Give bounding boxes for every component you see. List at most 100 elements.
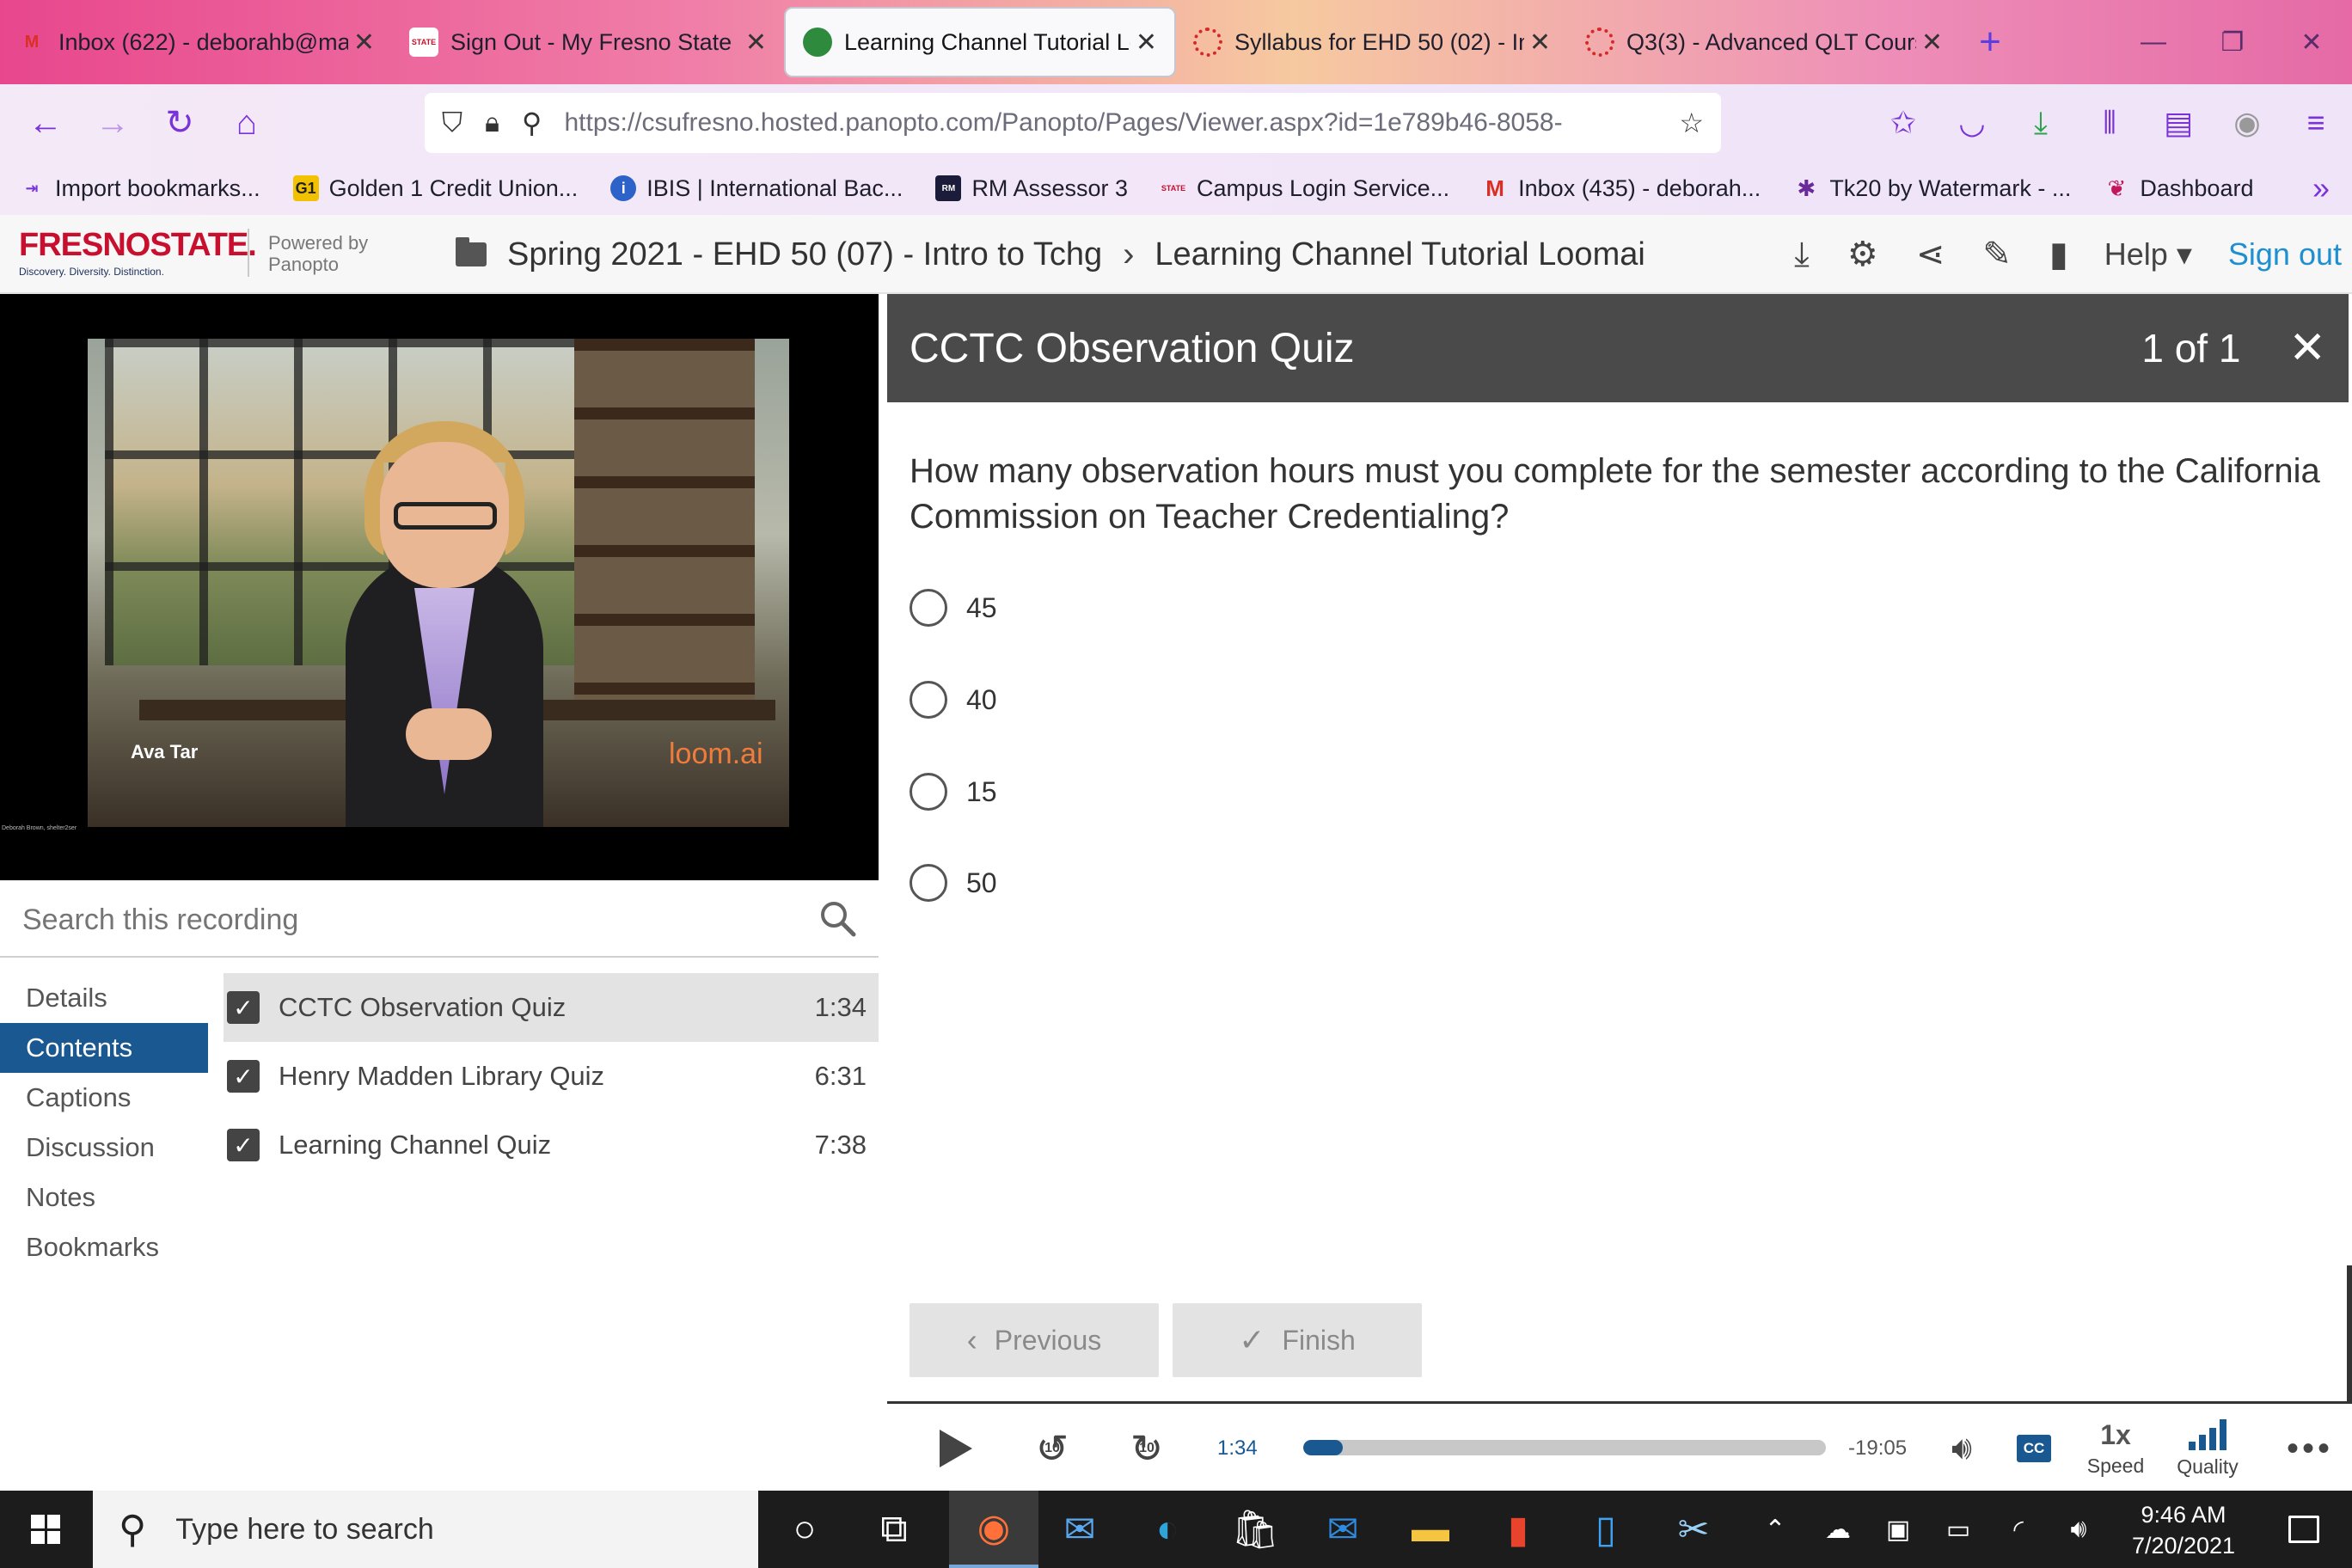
tab-learning-channel[interactable]: Learning Channel Tutorial Lo ✕ <box>784 7 1176 77</box>
sidebar-icon[interactable]: ▤ <box>2159 105 2197 141</box>
back-button[interactable]: ← <box>12 89 79 156</box>
office-icon[interactable]: ▮ <box>1473 1491 1563 1568</box>
meet-now-icon[interactable]: ▣ <box>1874 1491 1922 1568</box>
radio-button[interactable] <box>910 681 947 719</box>
radio-button[interactable] <box>910 589 947 627</box>
phone-app-icon[interactable]: ▯ <box>1561 1491 1651 1568</box>
forward-10-button[interactable]: ↻ 10 <box>1121 1404 1173 1493</box>
bookmark-rm-assessor[interactable]: RM RM Assessor 3 <box>935 175 1128 202</box>
home-button[interactable]: ⌂ <box>213 89 280 156</box>
video-player[interactable]: Ava Tar loom.ai Deborah Brown, shelter2s… <box>0 294 879 880</box>
chevron-double-right-icon[interactable]: » <box>2312 170 2330 206</box>
store-icon[interactable]: 🛍︎ <box>1210 1491 1300 1568</box>
quiz-option[interactable]: 40 <box>910 678 997 721</box>
mail-icon[interactable]: ✉ <box>1298 1491 1387 1568</box>
battery-icon[interactable]: ▭ <box>1934 1491 1982 1568</box>
download-icon[interactable]: ⤓ <box>2022 105 2060 142</box>
close-window-button[interactable]: ✕ <box>2273 0 2350 84</box>
pocket-icon[interactable]: ◡ <box>1953 105 1991 141</box>
scrollbar-thumb[interactable] <box>2347 1265 2352 1403</box>
bookmark-inbox[interactable]: M Inbox (435) - deborah... <box>1482 175 1761 202</box>
close-icon[interactable]: ✕ <box>1529 28 1551 58</box>
address-bar[interactable]: ⛉ 🔒︎ ⚲ https://csufresno.hosted.panopto.… <box>425 93 1721 153</box>
taskbar-clock[interactable]: 9:46 AM 7/20/2021 <box>2115 1499 2252 1561</box>
fresno-state-logo[interactable]: FRESNOSTATE. Discovery. Diversity. Disti… <box>19 227 257 278</box>
bookmark-dashboard[interactable]: ❦ Dashboard <box>2104 175 2253 202</box>
nav-contents[interactable]: Contents <box>0 1023 208 1073</box>
search-input[interactable] <box>22 896 796 944</box>
rewind-10-button[interactable]: ↺ 10 <box>1026 1404 1078 1493</box>
wifi-icon[interactable]: ◜ <box>1994 1491 2043 1568</box>
bookmark-golden1[interactable]: G1 Golden 1 Credit Union... <box>292 175 578 202</box>
quiz-option[interactable]: 45 <box>910 586 997 629</box>
bookmark-ibis[interactable]: i IBIS | International Bac... <box>610 175 903 202</box>
start-button[interactable] <box>0 1491 91 1568</box>
bookmark-import[interactable]: ⇥ Import bookmarks... <box>19 175 260 202</box>
file-explorer-icon[interactable]: ▬ <box>1386 1491 1475 1568</box>
sign-out-link[interactable]: Sign out <box>2228 236 2342 273</box>
firefox-icon[interactable]: ◉ <box>949 1491 1038 1568</box>
download-icon[interactable]: ⤓ <box>1794 236 1810 274</box>
cortana-icon[interactable]: ○ <box>760 1491 849 1568</box>
snipping-icon[interactable]: ✂ <box>1649 1491 1738 1568</box>
radio-button[interactable] <box>910 773 947 811</box>
search-icon[interactable] <box>818 899 856 937</box>
nav-notes[interactable]: Notes <box>0 1173 208 1222</box>
tab-q3[interactable]: Q3(3) - Advanced QLT Cours ✕ <box>1568 7 1960 77</box>
edge-icon[interactable]: ◐ <box>1123 1491 1212 1568</box>
new-tab-button[interactable]: + <box>1960 21 2020 64</box>
lock-icon[interactable]: 🔒︎ <box>485 107 499 139</box>
quiz-option[interactable]: 15 <box>910 770 997 813</box>
nav-details[interactable]: Details <box>0 973 208 1023</box>
play-button[interactable] <box>930 1404 982 1493</box>
extensions-star-icon[interactable]: ✩ <box>1884 105 1922 141</box>
close-icon[interactable]: ✕ <box>1921 28 1943 58</box>
permissions-icon[interactable]: ⚲ <box>522 107 542 139</box>
task-view-icon[interactable]: ⧉ <box>849 1491 939 1568</box>
more-options-icon[interactable]: ••• <box>2280 1404 2340 1493</box>
quality-button[interactable]: Quality <box>2165 1404 2251 1493</box>
restore-button[interactable]: ❐ <box>2194 0 2271 84</box>
account-icon[interactable]: ◉ <box>2228 105 2266 141</box>
volume-icon[interactable]: 🔊︎ <box>2055 1491 2103 1568</box>
bookmark-campus-login[interactable]: STATE Campus Login Service... <box>1161 175 1449 202</box>
onedrive-icon[interactable]: ☁ <box>1814 1491 1862 1568</box>
reload-button[interactable]: ↻ <box>146 89 213 156</box>
minimize-button[interactable]: — <box>2115 0 2192 84</box>
close-icon[interactable]: ✕ <box>2288 322 2326 374</box>
star-icon[interactable]: ☆ <box>1679 107 1704 139</box>
speed-button[interactable]: 1x Speed <box>2077 1404 2154 1493</box>
list-item[interactable]: ✓ Learning Channel Quiz 7:38 <box>224 1111 879 1179</box>
share-icon[interactable]: ⋖ <box>1916 235 1945 274</box>
help-menu[interactable]: Help ▾ <box>2104 236 2192 273</box>
list-item[interactable]: ✓ Henry Madden Library Quiz 6:31 <box>224 1042 879 1111</box>
library-icon[interactable]: ⫴ <box>2091 105 2128 142</box>
mail-app-icon[interactable]: ✉ <box>1035 1491 1124 1568</box>
stats-icon[interactable]: ▮ <box>2049 235 2068 274</box>
edit-icon[interactable]: ✎ <box>1982 235 2012 274</box>
close-icon[interactable]: ✕ <box>1136 28 1157 58</box>
gear-icon[interactable]: ⚙ <box>1847 235 1878 274</box>
progress-bar[interactable] <box>1303 1440 1826 1455</box>
tab-syllabus[interactable]: Syllabus for EHD 50 (02) - In ✕ <box>1176 7 1568 77</box>
nav-bookmarks[interactable]: Bookmarks <box>0 1222 208 1272</box>
chevron-up-icon[interactable]: ⌃ <box>1754 1491 1797 1568</box>
taskbar-search[interactable]: ⚲ Type here to search <box>93 1491 758 1568</box>
finish-button[interactable]: ✓ Finish <box>1173 1303 1422 1377</box>
close-icon[interactable]: ✕ <box>745 28 767 58</box>
captions-button[interactable]: CC <box>2015 1404 2053 1493</box>
previous-button[interactable]: ‹ Previous <box>910 1303 1159 1377</box>
close-icon[interactable]: ✕ <box>353 28 375 58</box>
bookmark-tk20[interactable]: ✱ Tk20 by Watermark - ... <box>1793 175 2071 202</box>
radio-button[interactable] <box>910 864 947 902</box>
notification-icon[interactable] <box>2269 1491 2338 1568</box>
tab-gmail-inbox[interactable]: M Inbox (622) - deborahb@ma ✕ <box>0 7 392 77</box>
breadcrumb-folder[interactable]: Spring 2021 - EHD 50 (07) - Intro to Tch… <box>507 236 1102 273</box>
url-text[interactable]: https://csufresno.hosted.panopto.com/Pan… <box>564 108 1670 138</box>
tab-fresno-signout[interactable]: STATE Sign Out - My Fresno State ✕ <box>392 7 784 77</box>
list-item[interactable]: ✓ CCTC Observation Quiz 1:34 <box>224 973 879 1042</box>
nav-captions[interactable]: Captions <box>0 1073 208 1123</box>
nav-discussion[interactable]: Discussion <box>0 1123 208 1173</box>
shield-icon[interactable]: ⛉ <box>442 107 462 139</box>
forward-button[interactable]: → <box>79 89 146 156</box>
